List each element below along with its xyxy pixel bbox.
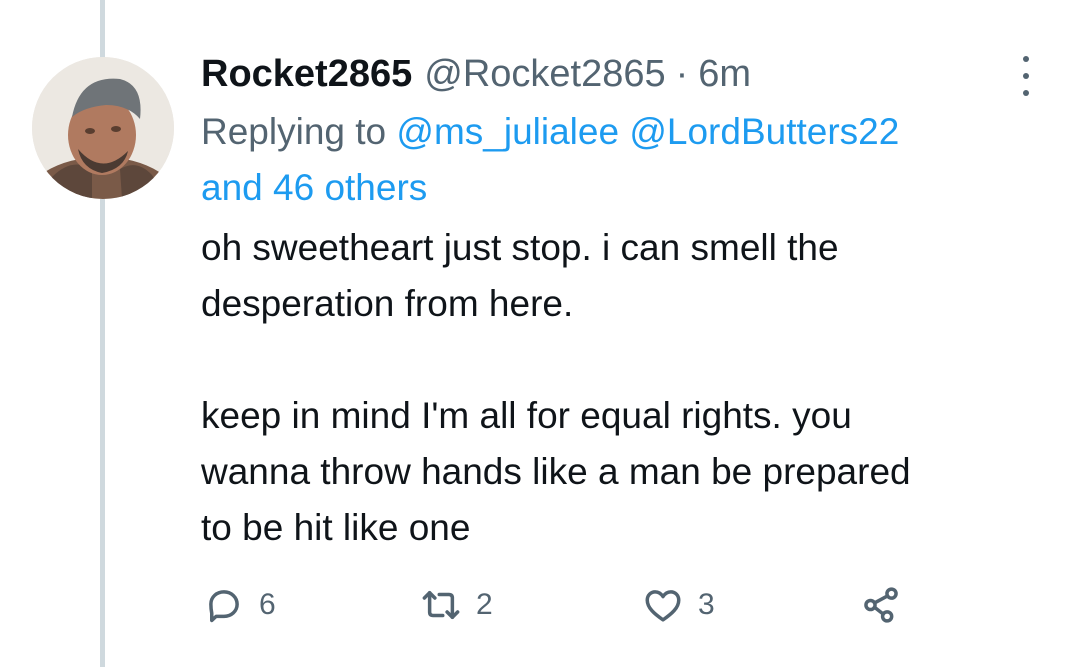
reply-button[interactable]: 6 — [203, 580, 276, 630]
reply-count: 6 — [259, 588, 276, 621]
reply-context: Replying to @ms_julialee @LordButters22 … — [201, 104, 1031, 216]
tweet-text-line: desperation from here. — [201, 283, 574, 324]
reply-prefix: Replying to — [201, 111, 387, 152]
reply-icon — [209, 590, 239, 623]
retweet-button[interactable]: 2 — [420, 580, 493, 630]
tweet: Rocket2865 @Rocket2865 · 6m Replying to … — [201, 48, 1031, 556]
tweet-text: oh sweetheart just stop. i can smell the… — [201, 220, 1031, 556]
avatar-photo — [32, 57, 174, 199]
mention-link[interactable]: @LordButters22 — [629, 111, 899, 152]
tweet-text-line: oh sweetheart just stop. i can smell the — [201, 227, 839, 268]
action-bar: 6 2 3 — [0, 580, 1080, 630]
avatar[interactable] — [32, 57, 174, 199]
others-link[interactable]: and 46 others — [201, 167, 427, 208]
tweet-text-line: wanna throw hands like a man be prepared — [201, 451, 911, 492]
like-button[interactable]: 3 — [642, 580, 715, 630]
tweet-text-line: keep in mind I'm all for equal rights. y… — [201, 395, 852, 436]
handle[interactable]: @Rocket2865 — [424, 53, 665, 96]
like-icon — [645, 590, 681, 622]
like-count: 3 — [698, 588, 715, 621]
timestamp[interactable]: 6m — [698, 53, 751, 96]
tweet-header: Rocket2865 @Rocket2865 · 6m — [201, 48, 1031, 100]
retweet-icon — [422, 591, 460, 619]
retweet-count: 2 — [476, 588, 493, 621]
display-name[interactable]: Rocket2865 — [201, 53, 412, 96]
tweet-text-line: to be hit like one — [201, 507, 471, 548]
share-icon — [864, 587, 898, 623]
separator-dot: · — [675, 52, 689, 95]
mention-link[interactable]: @ms_julialee — [396, 111, 619, 152]
share-button[interactable] — [860, 580, 902, 630]
